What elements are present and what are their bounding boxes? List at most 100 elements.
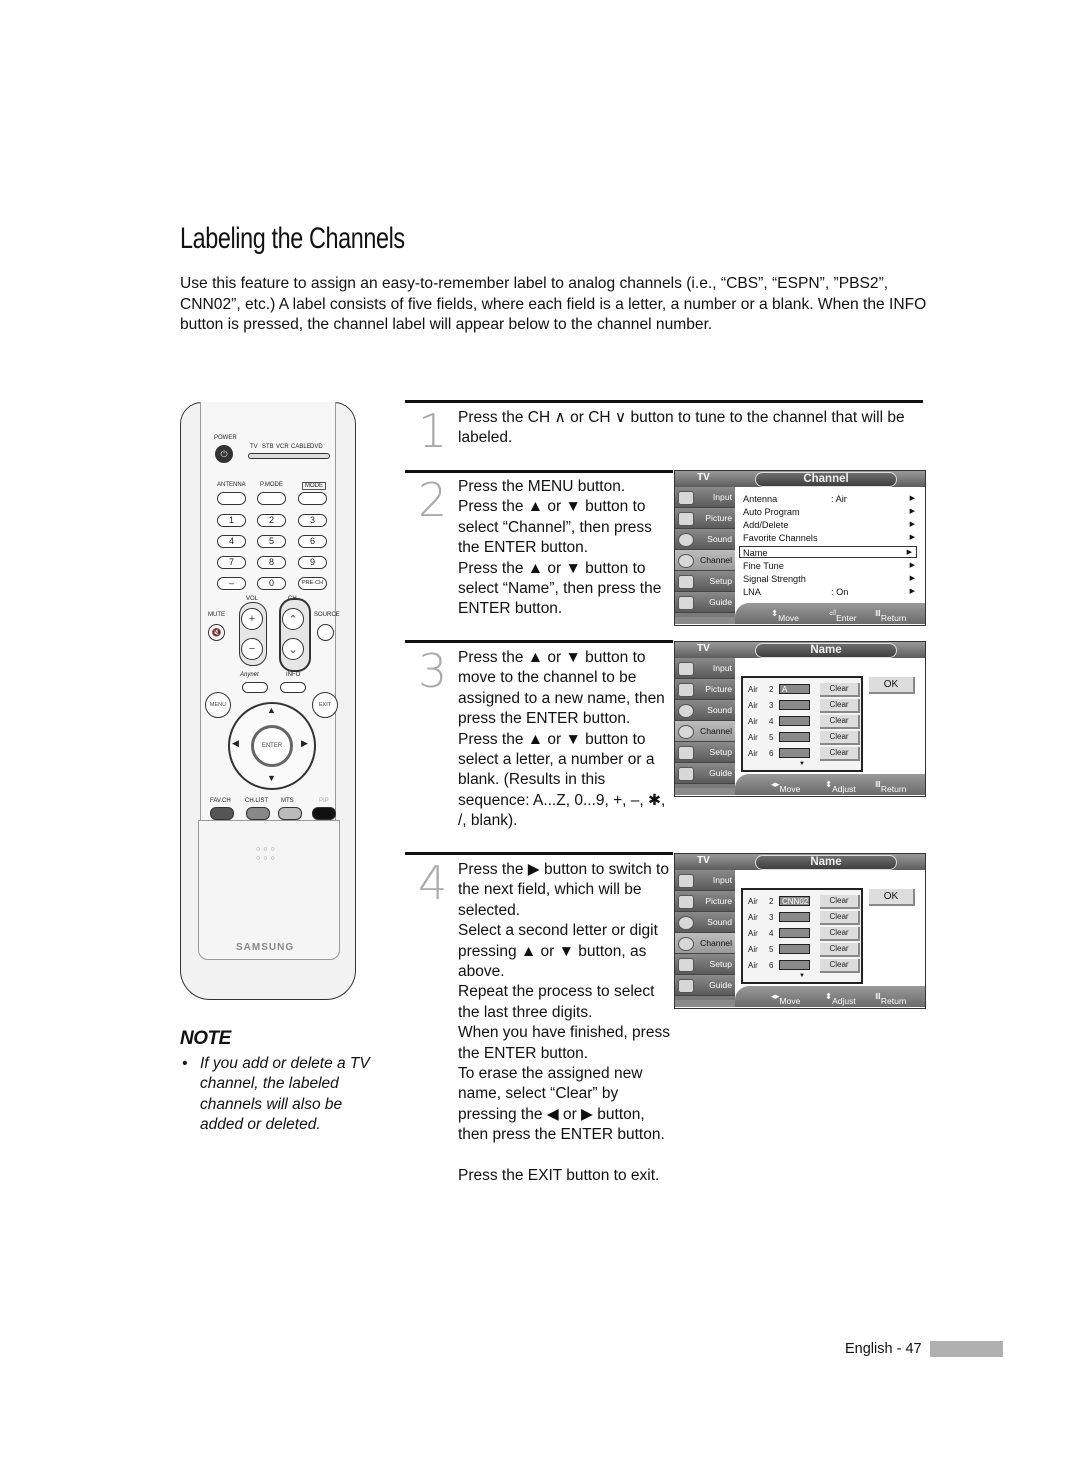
pmode-button — [257, 492, 286, 505]
osd-sidebar-picture: Picture — [675, 891, 735, 912]
osd-title: Channel — [755, 472, 897, 487]
step-4-rule — [405, 852, 673, 855]
osd-header: TV Name — [675, 642, 925, 658]
name-row: Air 2 A Clear — [748, 683, 860, 697]
menu-item-fine-tune: Fine Tune ▶ — [743, 561, 915, 571]
osd-sidebar: Input Picture Sound Channel Setup Guide — [675, 870, 735, 1000]
source-button — [317, 624, 334, 641]
menu-item-name: Name ▶ — [739, 546, 917, 558]
step-2-line: Press the ▲ or ▼ button to select “Chann… — [458, 498, 652, 557]
enter-label: ENTER — [261, 743, 283, 749]
step-3-rule — [405, 640, 673, 643]
right-arrow-icon: ▶ — [301, 738, 308, 748]
step-2-line: Press the ▲ or ▼ button to select “Name”… — [458, 559, 662, 618]
step-4-text: Press the ▶ button to switch to the next… — [458, 860, 674, 1186]
picture-icon — [678, 683, 694, 697]
osd-name-screen-2: TV Name Input Picture Sound Channel Setu… — [674, 853, 926, 1009]
arrow-right-icon: ▶ — [909, 495, 915, 502]
name-field — [779, 748, 810, 758]
key-6: 6 — [298, 535, 327, 548]
arrow-right-icon: ▶ — [909, 588, 915, 595]
osd-bottom-strip — [675, 617, 735, 624]
osd-bottom-strip — [675, 788, 735, 795]
step-4-line: Press the EXIT button to exit. — [458, 1166, 660, 1184]
mute-label: MUTE — [208, 612, 225, 618]
step-1-line: Press the CH ∧ or CH ∨ button to tune to… — [458, 409, 905, 447]
sound-icon — [678, 704, 694, 718]
name-field — [779, 960, 810, 970]
channel-icon — [678, 554, 694, 568]
scroll-down-icon: ▼ — [799, 761, 805, 767]
picture-icon — [678, 895, 694, 909]
osd-sidebar-channel: Channel — [675, 933, 735, 954]
menu-item-favorite-channels: Favorite Channels ▶ — [743, 533, 915, 543]
info-button — [280, 682, 306, 693]
name-field: CNN02 — [779, 896, 810, 906]
menu-item-lna: LNA: On ▶ — [743, 587, 915, 597]
menu-item-signal-strength: Signal Strength ▶ — [743, 574, 915, 584]
clear-button: Clear — [820, 911, 860, 925]
osd-footer: ◂▸ Move ⬍ Adjust Ⅲ Return — [735, 774, 925, 795]
note-body: • If you add or delete a TV channel, the… — [182, 1054, 372, 1136]
name-row: Air 3 Clear — [748, 699, 860, 713]
mode-indicator — [248, 453, 330, 459]
guide-icon — [678, 596, 694, 610]
key-1: 1 — [217, 514, 246, 527]
osd-sidebar-setup: Setup — [675, 742, 735, 763]
clear-button: Clear — [820, 747, 860, 761]
power-label: POWER — [214, 435, 237, 441]
key-7: 7 — [217, 556, 246, 569]
chlist-label: CH.LIST — [245, 798, 269, 804]
name-list: Air 2 A Clear Air 3 Clear Air 4 Clear Air 5 Clear… — [741, 676, 863, 772]
clear-button: Clear — [820, 715, 860, 729]
name-field — [779, 928, 810, 938]
osd-sidebar-sound: Sound — [675, 700, 735, 721]
source-label: SOURCE — [314, 612, 340, 618]
step-4-line: Press the ▶ button to switch to the next… — [458, 861, 669, 919]
clear-button: Clear — [820, 895, 860, 909]
osd-sidebar-picture: Picture — [675, 679, 735, 700]
osd-sidebar-setup: Setup — [675, 954, 735, 975]
step-3-line: Press the ▲ or ▼ button to select a lett… — [458, 730, 666, 830]
osd-sidebar-guide: Guide — [675, 763, 735, 784]
osd-title: Name — [755, 643, 897, 658]
key-2: 2 — [257, 514, 286, 527]
key-8: 8 — [257, 556, 286, 569]
osd-sidebar-sound: Sound — [675, 912, 735, 933]
return-hint: Ⅲ Return — [875, 779, 907, 794]
name-field: A — [779, 684, 810, 694]
step-4-line: Select a second letter or digit pressing… — [458, 922, 658, 981]
mode-cable-label: CABLE — [291, 444, 311, 450]
mode-tv-label: TV — [250, 444, 258, 450]
osd-bottom-strip — [675, 1000, 735, 1007]
remote-control-illustration: POWER ⏻ TV STB VCR CABLE DVD ANTENNA P.M… — [180, 402, 356, 1000]
channel-icon — [678, 725, 694, 739]
up-arrow-icon: ▲ — [267, 705, 276, 715]
input-icon — [678, 874, 694, 888]
page-tab-bar — [930, 1341, 1003, 1357]
arrow-right-icon: ▶ — [909, 521, 915, 528]
anynet-label: Anynet — [240, 672, 259, 678]
osd-sidebar-channel: Channel — [675, 550, 735, 571]
ch-down-icon: ⌄ — [282, 638, 304, 660]
antenna-label: ANTENNA — [217, 482, 246, 488]
clear-button: Clear — [820, 959, 860, 973]
note-heading: NOTE — [180, 1028, 231, 1049]
clear-button: Clear — [820, 699, 860, 713]
key-9: 9 — [298, 556, 327, 569]
pip-label: PIP — [319, 798, 329, 804]
name-field — [779, 944, 810, 954]
enter-hint: ⏎ Enter — [829, 608, 857, 623]
osd-channel-menu: TV Channel Input Picture Sound Channel S… — [674, 470, 926, 626]
name-row: Air 5 Clear — [748, 731, 860, 745]
input-icon — [678, 491, 694, 505]
power-icon: ⏻ — [215, 445, 233, 463]
remote-lower-panel — [198, 820, 340, 960]
input-icon — [678, 662, 694, 676]
step-3-number: 3 — [418, 644, 448, 698]
menu-item-antenna: Antenna: Air ▶ — [743, 494, 915, 504]
vol-up-icon: + — [241, 608, 263, 630]
clear-button: Clear — [820, 731, 860, 745]
osd-header: TV Name — [675, 854, 925, 870]
anynet-button — [242, 682, 268, 693]
